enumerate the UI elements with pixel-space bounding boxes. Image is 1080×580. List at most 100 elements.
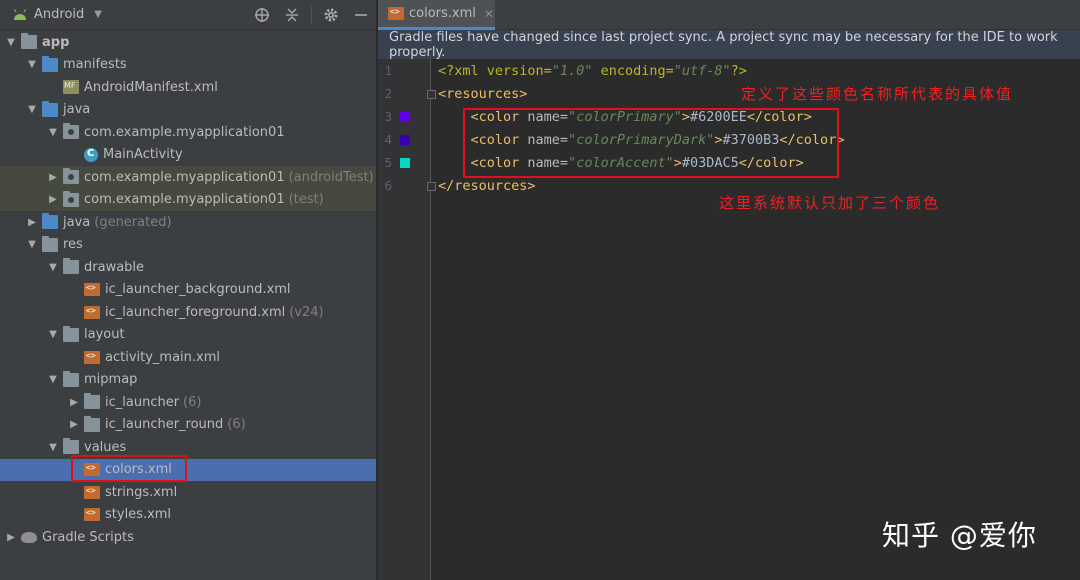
tree-item-label: java	[63, 102, 91, 118]
tree-item-label: ic_launcher_round	[105, 417, 224, 433]
tree-item[interactable]: ▼ mipmap	[0, 369, 376, 392]
code-token: "utf-8"	[673, 63, 731, 79]
minimize-icon[interactable]	[346, 0, 376, 30]
tree-item[interactable]: styles.xml	[0, 504, 376, 527]
tree-item[interactable]: ▼ com.example.myapplication01	[0, 121, 376, 144]
tree-item[interactable]: AndroidManifest.xml	[0, 76, 376, 99]
fold-marker-icon[interactable]	[427, 90, 436, 99]
collapse-arrow-icon[interactable]: ▶	[68, 419, 80, 430]
tree-item-label: Gradle Scripts	[42, 529, 134, 545]
generated-folder-icon	[42, 213, 58, 230]
tree-item[interactable]: ic_launcher_background.xml	[0, 279, 376, 302]
tree-item[interactable]: ic_launcher_foreground.xml(v24)	[0, 301, 376, 324]
tree-item[interactable]: ▼ res	[0, 234, 376, 257]
sync-notification-banner: Gradle files have changed since last pro…	[378, 29, 1080, 60]
folder-icon	[63, 325, 79, 342]
tree-item-label: com.example.myapplication01	[84, 124, 285, 140]
tree-item-hint: (androidTest)	[288, 169, 374, 185]
tree-item[interactable]: ▶ Gradle Scripts	[0, 526, 376, 549]
collapse-arrow-icon[interactable]: ▶	[5, 532, 17, 543]
tree-item-label: ic_launcher_foreground.xml	[105, 304, 286, 320]
color-swatch-icon[interactable]	[400, 135, 410, 145]
tree-item-label: app	[42, 34, 70, 50]
expand-arrow-icon[interactable]: ▼	[26, 239, 38, 250]
expand-arrow-icon[interactable]: ▼	[47, 329, 59, 340]
panel-tool-icons	[247, 0, 376, 30]
code-line[interactable]: <?xml version="1.0" encoding="utf-8"?>	[438, 60, 747, 83]
banner-text: Gradle files have changed since last pro…	[389, 29, 1058, 60]
code-token: </resources>	[438, 178, 536, 194]
class-icon	[84, 147, 98, 162]
expand-arrow-icon[interactable]: ▼	[47, 262, 59, 273]
color-swatch-icon[interactable]	[400, 158, 410, 168]
tree-item[interactable]: activity_main.xml	[0, 346, 376, 369]
expand-arrow-icon[interactable]: ▼	[47, 374, 59, 385]
tree-item-label: AndroidManifest.xml	[84, 79, 218, 95]
annotation-bottom: 这里系统默认只加了三个颜色	[719, 194, 941, 212]
tree-item[interactable]: ▼ manifests	[0, 54, 376, 77]
tab-colors-xml[interactable]: colors.xml ✕	[378, 0, 495, 30]
tree-item[interactable]: ▼ app	[0, 31, 376, 54]
source-folder-icon	[42, 55, 58, 72]
source-folder-icon	[42, 100, 58, 117]
line-number: 5	[384, 155, 392, 170]
annotation-top: 定义了这些颜色名称所代表的具体值	[741, 85, 1014, 103]
tree-item-label: java	[63, 214, 91, 230]
xml-file-icon	[84, 508, 100, 522]
code-line[interactable]: </resources>	[438, 175, 536, 198]
tree-item[interactable]: ▼ values	[0, 436, 376, 459]
folder-icon	[63, 370, 79, 387]
resource-folder-icon	[42, 235, 58, 252]
collapse-all-icon[interactable]	[277, 0, 307, 30]
manifest-file-icon	[63, 80, 79, 95]
code-token: ?>	[730, 63, 747, 79]
collapse-arrow-icon[interactable]: ▶	[47, 172, 59, 183]
expand-arrow-icon[interactable]: ▼	[26, 59, 38, 70]
tree-item-label: values	[84, 439, 127, 455]
project-panel-toolbar: Android ▼	[0, 0, 376, 30]
tree-item[interactable]: MainActivity	[0, 144, 376, 167]
gear-icon[interactable]	[316, 0, 346, 30]
package-icon	[63, 123, 79, 140]
tree-item-hint: (v24)	[289, 304, 324, 320]
folder-icon	[84, 415, 100, 432]
code-line[interactable]: <resources>	[438, 83, 527, 106]
chevron-down-icon[interactable]: ▼	[94, 9, 102, 20]
tree-item[interactable]: strings.xml	[0, 481, 376, 504]
tree-item[interactable]: ▶ ic_launcher (6)	[0, 391, 376, 414]
tree-item[interactable]: ▼ drawable	[0, 256, 376, 279]
expand-arrow-icon[interactable]: ▼	[47, 442, 59, 453]
package-icon	[63, 190, 79, 207]
tree-item-label: manifests	[63, 57, 127, 73]
collapse-arrow-icon[interactable]: ▶	[26, 217, 38, 228]
color-swatch-icon[interactable]	[400, 112, 410, 122]
expand-arrow-icon[interactable]: ▼	[47, 127, 59, 138]
tab-label: colors.xml	[409, 6, 476, 21]
tree-item[interactable]: ▼ layout	[0, 324, 376, 347]
fold-marker-icon[interactable]	[427, 182, 436, 191]
tree-item-hint: (6)	[227, 417, 246, 433]
tree-item-label: drawable	[84, 259, 145, 275]
view-selector[interactable]: Android	[34, 7, 84, 22]
tree-item[interactable]: ▼ java	[0, 99, 376, 122]
line-gutter: 1 2 3 4 5 6	[378, 59, 431, 580]
line-number: 2	[384, 86, 392, 101]
android-icon	[13, 8, 27, 20]
code-token: "1.0"	[551, 63, 593, 79]
tree-item[interactable]: ▶ com.example.myapplication01 (test)	[0, 188, 376, 211]
tree-item-label: com.example.myapplication01	[84, 192, 285, 208]
collapse-arrow-icon[interactable]: ▶	[68, 397, 80, 408]
collapse-arrow-icon[interactable]: ▶	[47, 194, 59, 205]
expand-arrow-icon[interactable]: ▼	[26, 104, 38, 115]
tree-item-label: ic_launcher_background.xml	[105, 282, 291, 298]
tree-item[interactable]: ▶ ic_launcher_round (6)	[0, 414, 376, 437]
annotation-box	[463, 108, 839, 178]
line-number: 3	[384, 109, 392, 124]
expand-arrow-icon[interactable]: ▼	[5, 37, 17, 48]
tree-item[interactable]: colors.xml	[0, 458, 376, 481]
crosshair-icon[interactable]	[247, 0, 277, 30]
tree-item[interactable]: ▶ com.example.myapplication01 (androidTest…	[0, 166, 376, 189]
tree-item[interactable]: ▶ java (generated)	[0, 211, 376, 234]
tree-item-hint: (6)	[183, 394, 202, 410]
close-icon[interactable]: ✕	[484, 7, 494, 21]
